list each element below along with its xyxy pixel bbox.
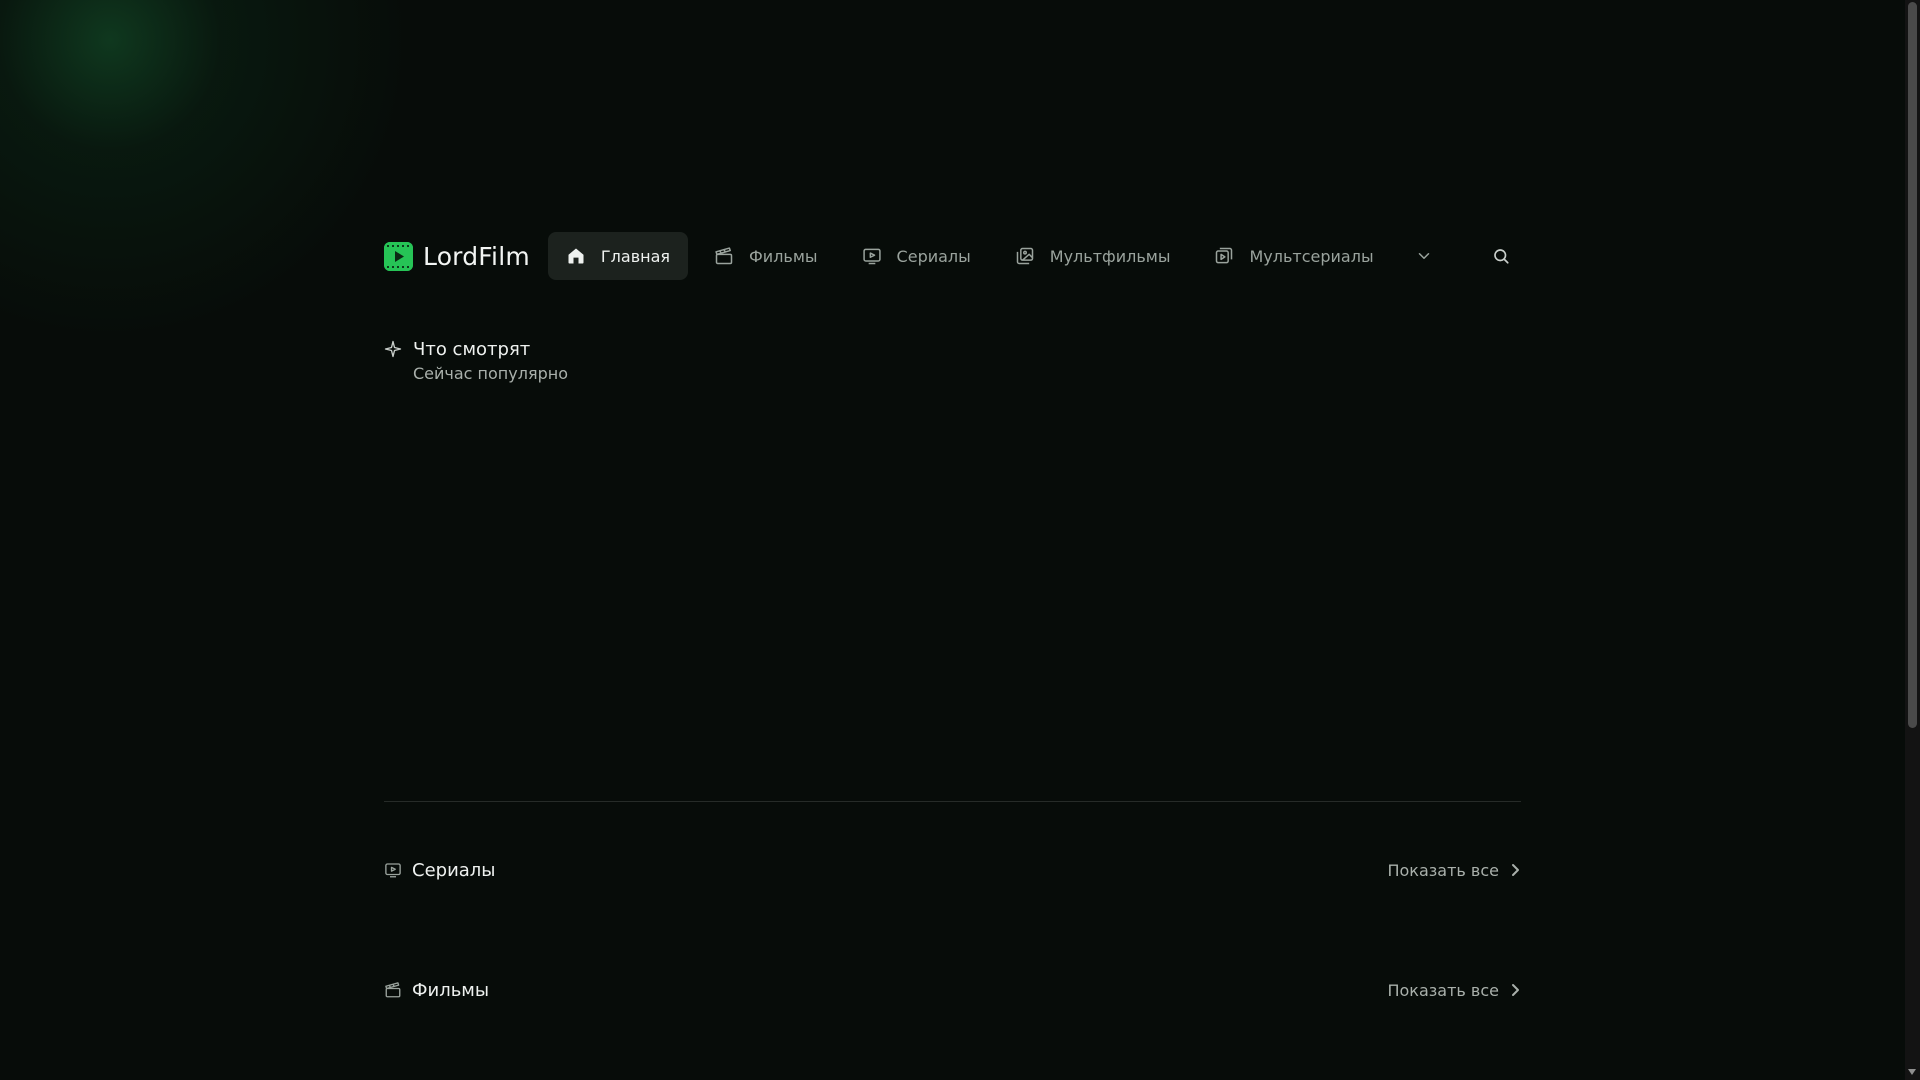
- scrollbar-thumb[interactable]: [1908, 2, 1917, 728]
- nav-more-button[interactable]: [1404, 232, 1444, 280]
- section-title: Что смотрят: [413, 339, 531, 360]
- now-watching-header: Что смотрят Сейчас популярно: [384, 338, 568, 385]
- chevron-down-icon: [1415, 247, 1433, 265]
- search-button[interactable]: [1481, 232, 1521, 280]
- page: LordFilm Главная Фильмы Сериалы Мультфил…: [0, 0, 1920, 1080]
- logo-text: LordFilm: [423, 241, 530, 271]
- movies-section-header: Фильмы Показать все: [384, 976, 1521, 1004]
- clapperboard-icon: [384, 981, 402, 999]
- section-title-wrap: Фильмы: [384, 980, 489, 1001]
- nav-item-label: Мультсериалы: [1249, 246, 1374, 266]
- clapperboard-icon: [714, 246, 734, 266]
- logo-link[interactable]: LordFilm: [384, 232, 530, 280]
- tv-icon: [862, 246, 882, 266]
- search-icon: [1492, 247, 1510, 265]
- nav-item-movies[interactable]: Фильмы: [696, 232, 836, 280]
- site-header: LordFilm Главная Фильмы Сериалы Мультфил…: [384, 232, 1521, 280]
- nav-item-label: Мультфильмы: [1049, 246, 1171, 266]
- section-title: Фильмы: [412, 979, 490, 1001]
- images-icon: [1015, 246, 1035, 266]
- nav-item-label: Сериалы: [896, 246, 971, 266]
- section-subtitle: Сейчас популярно: [413, 364, 568, 383]
- show-all-link[interactable]: Показать все: [1387, 981, 1521, 1000]
- chevron-right-icon: [1509, 862, 1521, 878]
- scroll-down-arrow-icon[interactable]: [1908, 1069, 1916, 1075]
- tv-icon: [384, 861, 402, 879]
- chevron-right-icon: [1509, 982, 1521, 998]
- nav-item-label: Фильмы: [749, 246, 818, 266]
- main-nav: Главная Фильмы Сериалы Мультфильмы Мульт…: [547, 232, 1444, 280]
- divider: [384, 801, 1521, 802]
- home-icon: [566, 246, 586, 266]
- show-all-label: Показать все: [1387, 980, 1499, 1000]
- play-logo-icon: [384, 241, 413, 271]
- section-title-wrap: Сериалы: [384, 860, 496, 881]
- nav-item-cartoons[interactable]: Мультфильмы: [997, 232, 1189, 280]
- sparkle-icon: [384, 340, 402, 358]
- page-scrollbar[interactable]: [1905, 0, 1920, 1080]
- show-all-link[interactable]: Показать все: [1387, 861, 1521, 880]
- series-section-header: Сериалы Показать все: [384, 856, 1521, 884]
- nav-item-animated-series[interactable]: Мультсериалы: [1196, 232, 1391, 280]
- nav-item-series[interactable]: Сериалы: [844, 232, 989, 280]
- nav-item-label: Главная: [600, 246, 671, 266]
- show-all-label: Показать все: [1387, 860, 1499, 880]
- image-play-icon: [1214, 246, 1234, 266]
- nav-item-home[interactable]: Главная: [547, 232, 689, 280]
- section-title: Сериалы: [412, 859, 496, 881]
